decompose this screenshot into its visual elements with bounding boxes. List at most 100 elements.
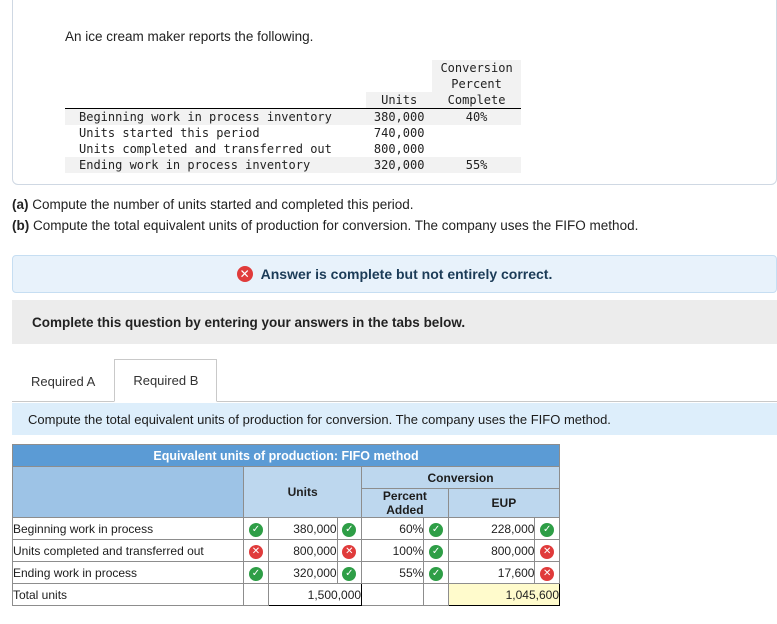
row-label: Ending work in process <box>11 561 245 584</box>
row-label: Beginning work in process <box>11 517 245 540</box>
row-units-status-icon: ✓ <box>336 517 363 540</box>
header-percent: Percent <box>432 76 521 92</box>
tab-content-heading: Compute the total equivalent units of pr… <box>12 403 777 435</box>
answer-table-wrap: Equivalent units of production: FIFO met… <box>11 444 572 606</box>
row-label-status-icon: ✕ <box>243 539 269 562</box>
empty-cell <box>340 125 366 141</box>
check-icon: ✓ <box>342 522 357 537</box>
table-row: Beginning work in process inventory 380,… <box>65 108 521 125</box>
row-units: 740,000 <box>373 126 425 140</box>
empty-cell <box>366 60 433 76</box>
x-circle-icon: ✕ <box>236 266 253 282</box>
question-b-label: (b) <box>12 217 30 233</box>
empty-cell <box>340 76 366 92</box>
answer-table-title: Equivalent units of production: FIFO met… <box>12 444 560 467</box>
check-icon: ✓ <box>429 522 444 537</box>
problem-card: An ice cream maker reports the following… <box>12 0 777 185</box>
empty-cell <box>65 60 340 76</box>
table-header-row-1: Conversion <box>65 60 521 76</box>
question-b: (b) Compute the total equivalent units o… <box>12 216 772 237</box>
empty-cell <box>366 76 433 92</box>
row-label: Beginning work in process inventory <box>65 108 340 125</box>
question-a-text: Compute the number of units started and … <box>28 197 414 212</box>
empty-cell <box>65 76 340 92</box>
row-label-status-icon: ✓ <box>243 517 269 540</box>
eup-answer-table: Equivalent units of production: FIFO met… <box>11 444 561 606</box>
row-eup-status-icon: ✕ <box>534 561 560 584</box>
row-units-value[interactable]: 380,000 <box>267 517 338 540</box>
header-conversion: Conversion <box>361 466 560 489</box>
row-eup-status-icon: ✕ <box>534 539 560 562</box>
check-icon: ✓ <box>429 566 444 581</box>
row-eup-value[interactable]: 800,000 <box>447 539 536 562</box>
row-eup-status-icon: ✓ <box>534 517 560 540</box>
total-units-value: 1,500,000 <box>267 583 363 606</box>
table-row: Units completed and transferred out 800,… <box>65 141 521 157</box>
row-label: Units completed and transferred out <box>11 539 245 562</box>
row-eup-value[interactable]: 228,000 <box>447 517 536 540</box>
header-percent-added-line1: Percent <box>382 489 427 503</box>
instruction-bar: Complete this question by entering your … <box>12 300 777 344</box>
row-units-status-icon: ✕ <box>336 539 363 562</box>
cross-icon: ✕ <box>342 544 357 559</box>
cross-icon: ✕ <box>248 544 263 559</box>
row-percent <box>432 125 520 141</box>
table-header-row-2: Percent <box>65 76 521 92</box>
page-root: An ice cream maker reports the following… <box>0 0 777 624</box>
row-eup-value[interactable]: 17,600 <box>447 561 536 584</box>
row-units: 800,000 <box>373 142 425 156</box>
row-units-status-icon: ✓ <box>336 561 363 584</box>
row-label: Ending work in process inventory <box>65 157 340 173</box>
row-units: 320,000 <box>365 157 433 173</box>
row-percent-status-icon: ✓ <box>423 561 449 584</box>
check-icon: ✓ <box>248 566 263 581</box>
question-a-label: (a) <box>12 197 29 212</box>
cross-icon: ✕ <box>540 544 555 559</box>
check-icon: ✓ <box>342 566 357 581</box>
row-percent-value[interactable]: 60% <box>361 517 425 540</box>
header-eup: EUP <box>447 488 561 518</box>
header-complete: Complete <box>432 92 521 109</box>
row-percent <box>432 141 520 157</box>
header-units: Units <box>243 466 363 518</box>
answer-status-alert: ✕ Answer is complete but not entirely co… <box>12 255 777 293</box>
questions-block: (a) Compute the number of units started … <box>12 195 772 237</box>
problem-data-table: Conversion Percent Units Complete Beginn… <box>65 60 521 173</box>
tab-bar: Required A Required B <box>12 354 777 402</box>
header-percent-added: Percent Added <box>361 488 449 518</box>
total-label: Total units <box>11 583 245 606</box>
check-icon: ✓ <box>540 522 555 537</box>
row-percent-value[interactable]: 100% <box>361 539 425 562</box>
cross-icon: ✕ <box>540 566 555 581</box>
empty-cell <box>339 157 366 173</box>
row-units-value[interactable]: 800,000 <box>267 539 338 562</box>
empty-cell <box>423 583 449 606</box>
total-eup-value: 1,045,600 <box>447 583 561 606</box>
row-units-value[interactable]: 320,000 <box>267 561 338 584</box>
empty-cell <box>339 108 366 125</box>
answer-header-row-1: Units Conversion <box>11 466 560 518</box>
empty-cell <box>65 92 340 109</box>
table-row: Units started this period 740,000 <box>65 125 521 141</box>
header-units: Units <box>365 92 433 109</box>
row-percent: 55% <box>432 157 521 173</box>
problem-intro: An ice cream maker reports the following… <box>65 29 314 44</box>
empty-cell <box>340 141 366 157</box>
question-b-text: Compute the total equivalent units of pr… <box>29 217 639 233</box>
row-label-status-icon: ✓ <box>243 561 269 584</box>
row-percent-status-icon: ✓ <box>423 517 449 540</box>
row-percent-value[interactable]: 55% <box>361 561 425 584</box>
table-row: Ending work in process inventory 320,000… <box>65 157 521 173</box>
tab-required-a[interactable]: Required A <box>12 360 114 402</box>
table-row: Units completed and transferred out ✕ 80… <box>11 539 560 562</box>
header-percent-added-line2: Added <box>386 503 424 517</box>
table-row: Ending work in process ✓ 320,000 ✓ 55% ✓… <box>11 561 560 584</box>
header-conversion: Conversion <box>432 60 521 76</box>
row-label: Units started this period <box>79 126 260 140</box>
row-percent-status-icon: ✓ <box>423 539 449 562</box>
empty-cell <box>361 583 425 606</box>
row-label: Units completed and transferred out <box>79 142 332 156</box>
table-total-row: Total units 1,500,000 1,045,600 <box>11 583 561 606</box>
table-header-row-3: Units Complete <box>65 92 521 109</box>
tab-required-b[interactable]: Required B <box>114 359 218 402</box>
